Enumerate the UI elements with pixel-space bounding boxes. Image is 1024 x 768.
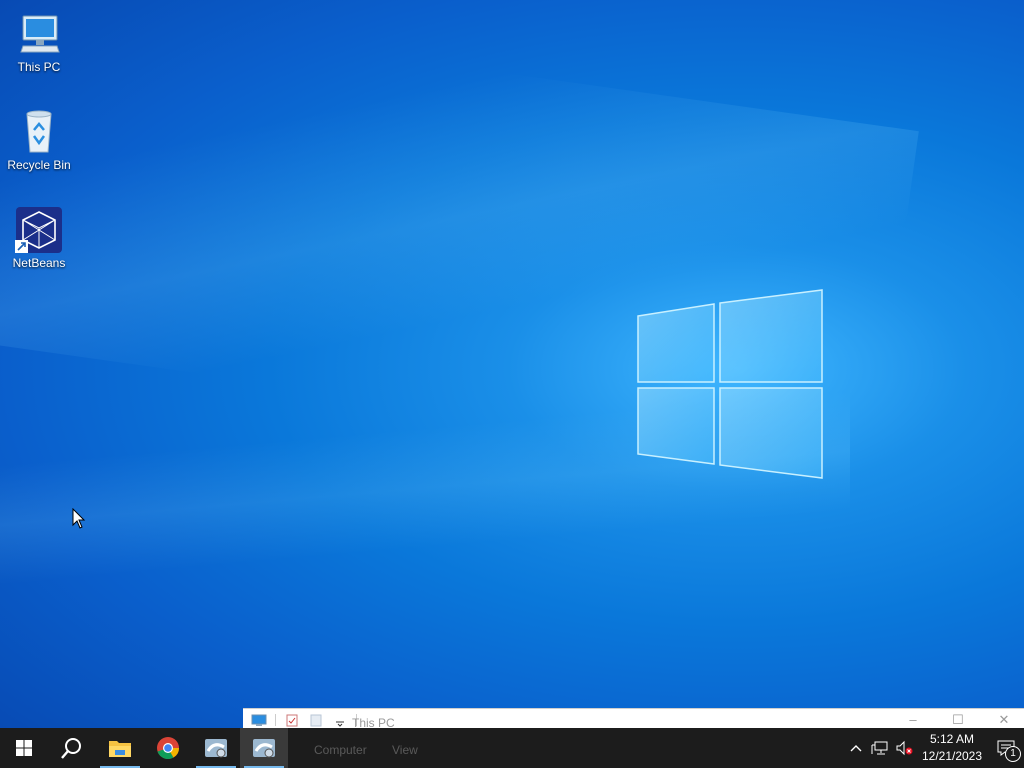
computer-icon: [15, 10, 63, 58]
chevron-down-icon[interactable]: [332, 714, 348, 727]
notification-count-badge: 1: [1005, 746, 1021, 762]
windows-start-icon: [16, 740, 32, 756]
desktop-icon-label: This PC: [17, 60, 61, 74]
ribbon-tab-view[interactable]: View: [392, 743, 418, 757]
computer-icon: [251, 714, 267, 726]
minimize-button[interactable]: –: [898, 712, 928, 727]
ribbon-tab-computer[interactable]: Computer: [314, 743, 367, 757]
netbeans-cube-icon: [15, 206, 63, 254]
network-icon[interactable]: [868, 728, 892, 768]
file-explorer-window[interactable]: This PC – ☐ ✕: [243, 708, 1024, 730]
close-button[interactable]: ✕: [989, 712, 1019, 728]
netbeans-setup-icon: [205, 739, 227, 758]
windows-logo-wallpaper: [636, 288, 824, 480]
clock-time: 5:12 AM: [929, 732, 975, 746]
quick-access-toolbar: [251, 713, 357, 727]
search-icon: [61, 738, 81, 759]
chrome-icon: [157, 737, 179, 760]
netbeans-setup-icon: [253, 739, 275, 758]
mouse-cursor-icon: [72, 507, 86, 530]
desktop-icon-recycle-bin[interactable]: Recycle Bin: [4, 108, 74, 172]
desktop-icon-this-pc[interactable]: This PC: [4, 10, 74, 74]
action-center-button[interactable]: 1: [988, 728, 1024, 768]
taskbar-file-explorer[interactable]: [96, 728, 144, 768]
recycle-bin-icon: [15, 108, 63, 156]
new-folder-icon[interactable]: [308, 714, 324, 727]
system-tray: 5:12 AM 12/21/2023 1: [844, 728, 1024, 768]
start-button[interactable]: [0, 728, 48, 768]
folder-icon: [109, 741, 131, 757]
taskbar-chrome[interactable]: [144, 728, 192, 768]
chevron-up-icon[interactable]: [844, 728, 868, 768]
volume-muted-icon[interactable]: [892, 728, 916, 768]
desktop-icon-label: NetBeans: [12, 256, 66, 270]
taskbar-netbeans-installer-2[interactable]: [240, 728, 288, 768]
taskbar-netbeans-installer[interactable]: [192, 728, 240, 768]
desktop-icon-netbeans[interactable]: NetBeans: [4, 206, 74, 270]
maximize-button[interactable]: ☐: [943, 712, 973, 728]
search-button[interactable]: [48, 728, 96, 768]
desktop-icon-label: Recycle Bin: [7, 158, 71, 172]
properties-icon[interactable]: [284, 714, 300, 727]
taskbar-clock[interactable]: 5:12 AM 12/21/2023: [916, 731, 988, 765]
clock-date: 12/21/2023: [921, 749, 983, 763]
